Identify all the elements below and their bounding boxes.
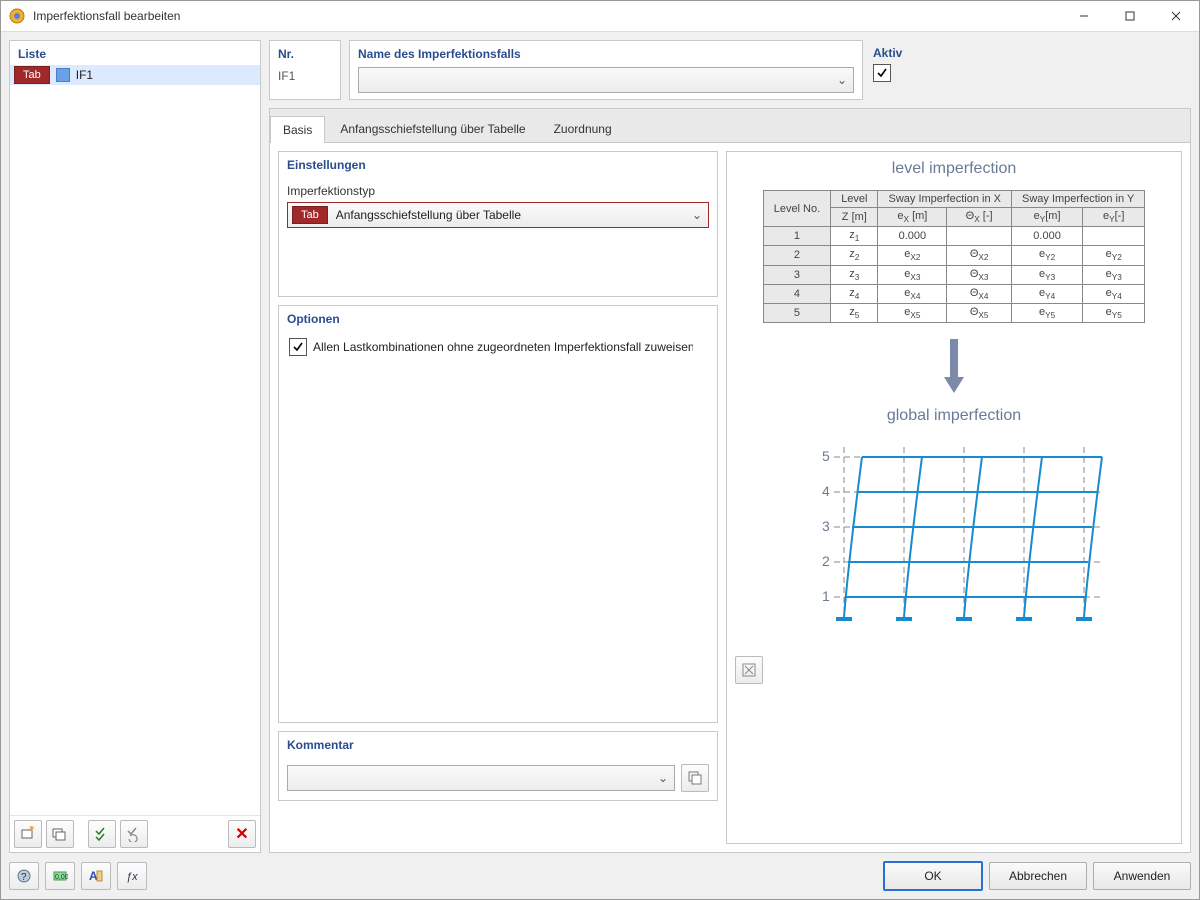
font-button[interactable]: A xyxy=(81,862,111,890)
table-row: 1z10.0000.000 xyxy=(763,227,1145,246)
content-area: Liste Tab IF1 ✶ ✕ N xyxy=(1,32,1199,853)
table-row: 3z3eX3ΘX3eY3eY3 xyxy=(763,265,1145,284)
footer-left: ? 0,00 A ƒx xyxy=(9,862,147,890)
svg-text:5: 5 xyxy=(822,448,830,464)
ok-button[interactable]: OK xyxy=(883,861,983,891)
formula-button[interactable]: ƒx xyxy=(117,862,147,890)
right-half: level imperfection Level No. Level Sway … xyxy=(726,151,1182,844)
kommentar-combobox[interactable]: ⌄ xyxy=(287,765,675,791)
chevron-down-icon: ⌄ xyxy=(658,771,668,785)
col-swayy: Sway Imperfection in Y xyxy=(1011,191,1144,208)
col-swayx: Sway Imperfection in X xyxy=(878,191,1012,208)
list-item-label: IF1 xyxy=(76,68,93,82)
maximize-button[interactable] xyxy=(1107,1,1153,31)
right-column: Nr. IF1 Name des Imperfektionsfalls ⌄ Ak… xyxy=(269,40,1191,853)
svg-text:✶: ✶ xyxy=(28,826,36,833)
svg-text:1: 1 xyxy=(822,588,830,604)
svg-text:0,00: 0,00 xyxy=(55,874,68,881)
col-thy: eY[-] xyxy=(1083,208,1145,227)
preview-level-table: Level No. Level Sway Imperfection in X S… xyxy=(763,190,1146,323)
col-ex: eX [m] xyxy=(878,208,947,227)
copy-item-button[interactable] xyxy=(46,820,74,848)
aktiv-panel: Aktiv xyxy=(871,40,1191,100)
tab-body: Einstellungen Imperfektionstyp Tab Anfan… xyxy=(270,143,1190,852)
tab-zuordnung[interactable]: Zuordnung xyxy=(541,115,625,142)
tab-strip: Basis Anfangsschiefstellung über Tabelle… xyxy=(270,109,1190,143)
units-button[interactable]: 0,00 xyxy=(45,862,75,890)
chevron-down-icon: ⌄ xyxy=(692,208,702,222)
kommentar-library-button[interactable] xyxy=(681,764,709,792)
titlebar: Imperfektionsfall bearbeiten xyxy=(1,1,1199,32)
delete-button[interactable]: ✕ xyxy=(228,820,256,848)
tab-basis[interactable]: Basis xyxy=(270,116,325,143)
col-thx: ΘX [-] xyxy=(947,208,1012,227)
col-levelno: Level No. xyxy=(763,191,830,227)
cancel-button[interactable]: Abbrechen xyxy=(989,862,1087,890)
preview-global-diagram: 5 4 3 2 1 xyxy=(794,437,1114,640)
option-row: Allen Lastkombinationen ohne zugeordnete… xyxy=(287,338,709,356)
main-panel: Basis Anfangsschiefstellung über Tabelle… xyxy=(269,108,1191,853)
tab-badge: Tab xyxy=(292,206,328,224)
svg-text:?: ? xyxy=(21,872,27,883)
minimize-button[interactable] xyxy=(1061,1,1107,31)
table-row: 4z4eX4ΘX4eY4eY4 xyxy=(763,284,1145,303)
preview-options-button[interactable] xyxy=(735,656,763,684)
name-combobox[interactable]: ⌄ xyxy=(358,67,854,93)
close-button[interactable] xyxy=(1153,1,1199,31)
tab-anfangsschiefstellung[interactable]: Anfangsschiefstellung über Tabelle xyxy=(327,115,538,142)
check-reset-button[interactable] xyxy=(120,820,148,848)
imperfektionstyp-label: Imperfektionstyp xyxy=(287,184,709,198)
table-row: 5z5eX5ΘX5eY5eY5 xyxy=(763,303,1145,322)
preview-panel: level imperfection Level No. Level Sway … xyxy=(726,151,1182,844)
col-ey: eY[m] xyxy=(1011,208,1082,227)
assign-all-label: Allen Lastkombinationen ohne zugeordnete… xyxy=(313,340,693,354)
check-apply-button[interactable] xyxy=(88,820,116,848)
liste-footer: ✶ ✕ xyxy=(10,815,260,852)
table-row: 2z2eX2ΘX2eY2eY2 xyxy=(763,246,1145,265)
imperfektionstyp-combobox[interactable]: Tab Anfangsschiefstellung über Tabelle ⌄ xyxy=(287,202,709,228)
new-item-button[interactable]: ✶ xyxy=(14,820,42,848)
nr-panel: Nr. IF1 xyxy=(269,40,341,100)
einstellungen-header: Einstellungen xyxy=(279,152,717,176)
optionen-header: Optionen xyxy=(279,306,717,330)
apply-button[interactable]: Anwenden xyxy=(1093,862,1191,890)
svg-text:3: 3 xyxy=(822,518,830,534)
chevron-down-icon: ⌄ xyxy=(837,73,847,87)
nr-header: Nr. xyxy=(270,41,340,65)
tab-badge: Tab xyxy=(14,66,50,84)
app-icon xyxy=(9,8,25,24)
name-header: Name des Imperfektionsfalls xyxy=(350,41,862,65)
svg-text:ƒx: ƒx xyxy=(126,871,138,883)
nr-value: IF1 xyxy=(270,65,340,87)
left-half: Einstellungen Imperfektionstyp Tab Anfan… xyxy=(278,151,718,844)
kommentar-header: Kommentar xyxy=(279,732,717,756)
einstellungen-group: Einstellungen Imperfektionstyp Tab Anfan… xyxy=(278,151,718,297)
optionen-group: Optionen Allen Lastkombinationen ohne zu… xyxy=(278,305,718,723)
preview-title-level: level imperfection xyxy=(735,160,1173,178)
dialog-window: Imperfektionsfall bearbeiten Liste Tab I… xyxy=(0,0,1200,900)
window-title: Imperfektionsfall bearbeiten xyxy=(33,9,180,23)
preview-title-global: global imperfection xyxy=(735,407,1173,425)
name-panel: Name des Imperfektionsfalls ⌄ xyxy=(349,40,863,100)
aktiv-checkbox[interactable] xyxy=(873,64,891,82)
item-color-swatch xyxy=(56,68,70,82)
svg-text:4: 4 xyxy=(822,483,830,499)
liste-header: Liste xyxy=(10,41,260,65)
footer-bar: ? 0,00 A ƒx OK Abbrechen Anwenden xyxy=(1,853,1199,899)
svg-text:2: 2 xyxy=(822,553,830,569)
col-z: Z [m] xyxy=(831,208,878,227)
list-item[interactable]: Tab IF1 xyxy=(10,65,260,85)
top-row: Nr. IF1 Name des Imperfektionsfalls ⌄ Ak… xyxy=(269,40,1191,100)
arrow-down-icon xyxy=(735,335,1173,395)
kommentar-group: Kommentar ⌄ xyxy=(278,731,718,801)
aktiv-header: Aktiv xyxy=(871,40,1191,64)
col-level: Level xyxy=(831,191,878,208)
liste-body: Tab IF1 xyxy=(10,65,260,815)
help-button[interactable]: ? xyxy=(9,862,39,890)
liste-panel: Liste Tab IF1 ✶ ✕ xyxy=(9,40,261,853)
assign-all-checkbox[interactable] xyxy=(289,338,307,356)
imperfektionstyp-value: Anfangsschiefstellung über Tabelle xyxy=(336,208,521,222)
